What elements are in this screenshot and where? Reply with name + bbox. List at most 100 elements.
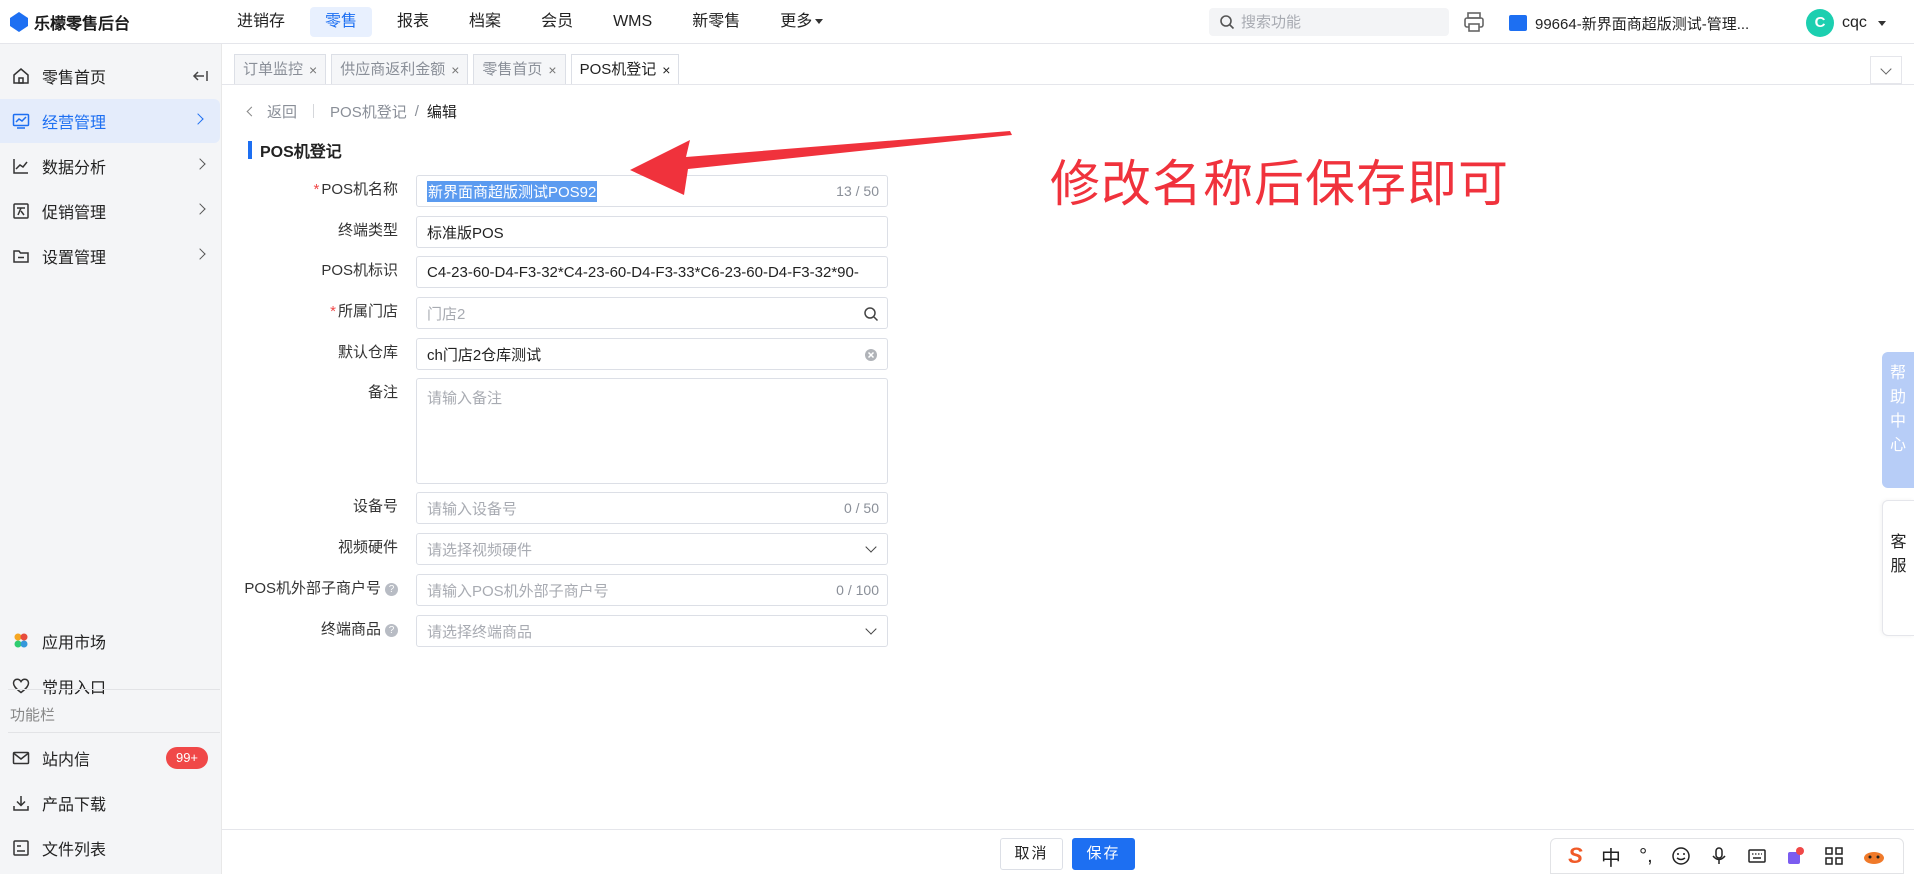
sub-merchant-input[interactable]: 请输入POS机外部子商户号 0 / 100 [416, 574, 888, 606]
back-link[interactable]: 返回 [267, 101, 297, 122]
terminal-goods-placeholder: 请选择终端商品 [427, 623, 533, 641]
video-hw-placeholder: 请选择视频硬件 [427, 541, 533, 559]
search-icon[interactable] [863, 306, 879, 322]
pos-name-value: 新界面商超版测试POS92 [427, 180, 598, 202]
chevron-right-icon [194, 203, 206, 215]
org-switcher[interactable]: 99664-新界面商超版测试-管理... [1509, 12, 1749, 34]
tab-overflow-button[interactable] [1870, 56, 1902, 84]
tab-pos-register[interactable]: POS机登记 × [570, 54, 680, 84]
top-nav-item-more[interactable]: 更多 [765, 7, 838, 37]
form-label: POS机外部子商户号? [230, 574, 408, 604]
video-hardware-select[interactable]: 请选择视频硬件 [416, 533, 888, 565]
label-text: POS机外部子商户号 [244, 580, 381, 597]
top-nav: 进销存 零售 报表 档案 会员 WMS 新零售 更多 [222, 7, 848, 37]
sidebar-item-label: 文件列表 [42, 842, 107, 859]
cancel-button[interactable]: 取消 [1000, 838, 1063, 870]
grid-menu-icon[interactable] [1824, 846, 1844, 866]
tab-retail-home[interactable]: 零售首页 × [473, 54, 566, 84]
warehouse-value: ch门店2仓库测试 [427, 346, 542, 364]
form-label: 终端类型 [337, 222, 398, 239]
sidebar-item-file-list[interactable]: 文件列表 [0, 826, 222, 870]
store-select[interactable]: 门店2 [416, 297, 888, 329]
pos-id-field[interactable]: C4-23-60-D4-F3-32*C4-23-60-D4-F3-33*C6-2… [416, 256, 888, 288]
top-nav-item-new-retail[interactable]: 新零售 [677, 7, 755, 37]
device-no-placeholder: 请输入设备号 [427, 500, 518, 518]
close-icon[interactable]: × [548, 56, 556, 84]
skin-icon[interactable] [1785, 846, 1805, 866]
brand-logo[interactable]: 乐檬零售后台 [10, 10, 130, 34]
remark-placeholder: 请输入备注 [427, 390, 503, 407]
customer-service-button[interactable]: 客 服 [1882, 500, 1914, 636]
sidebar-item-settings[interactable]: 设置管理 [0, 234, 222, 278]
terminal-goods-select[interactable]: 请选择终端商品 [416, 615, 888, 647]
folder-icon [13, 250, 29, 263]
form-row-warehouse: 默认仓库 ch门店2仓库测试 [230, 338, 890, 370]
form-row-terminal-goods: 终端商品? 请选择终端商品 [230, 615, 890, 647]
chevron-right-icon [192, 113, 204, 125]
top-nav-item-member[interactable]: 会员 [526, 7, 588, 37]
mascot-icon[interactable] [1862, 846, 1886, 866]
help-icon[interactable]: ? [385, 582, 398, 596]
tab-label: 零售首页 [482, 60, 543, 78]
form-label: 视频硬件 [337, 539, 398, 556]
sidebar-item-retail-home[interactable]: 零售首页 [0, 54, 222, 98]
close-icon[interactable]: × [309, 56, 317, 84]
help-icon[interactable]: ? [385, 623, 398, 637]
tab-supplier-rebate[interactable]: 供应商返利金额 × [331, 54, 469, 84]
sidebar-item-inbox[interactable]: 站内信 99+ [0, 736, 222, 780]
file-list-icon [13, 840, 29, 856]
promotion-icon [13, 203, 29, 219]
ime-logo-icon[interactable]: S [1568, 843, 1583, 869]
label-text: 终端商品 [320, 621, 381, 638]
clear-icon[interactable] [863, 347, 879, 363]
keyboard-icon[interactable] [1747, 846, 1767, 866]
microphone-icon[interactable] [1709, 846, 1729, 866]
search-input[interactable] [1241, 13, 1431, 31]
chevron-down-icon [865, 623, 877, 635]
top-nav-item-wms[interactable]: WMS [598, 7, 667, 37]
top-nav-item-retail[interactable]: 零售 [310, 7, 373, 37]
chevron-left-icon [246, 106, 257, 116]
breadcrumb-parent[interactable]: POS机登记 [330, 101, 407, 122]
terminal-type-field[interactable]: 标准版POS [416, 216, 888, 248]
ime-lang-toggle[interactable]: 中 [1601, 842, 1621, 871]
app-market-icon [14, 633, 28, 648]
help-center-button[interactable]: 帮 助 中 心 [1882, 352, 1914, 488]
form-label: 终端商品? [230, 615, 408, 645]
sidebar-item-data-analysis[interactable]: 数据分析 [0, 144, 222, 188]
form-label: POS机标识 [321, 262, 398, 279]
help-char: 助 [1889, 389, 1906, 406]
sidebar-item-favorites[interactable]: 常用入口 [0, 664, 222, 708]
service-char: 服 [1890, 558, 1907, 575]
divider [8, 732, 220, 733]
printer-icon[interactable] [1462, 10, 1486, 34]
sidebar-item-label: 促销管理 [42, 205, 107, 222]
emoji-icon[interactable] [1671, 846, 1691, 866]
annotation-text: 修改名称后保存即可 [1050, 155, 1509, 213]
tab-order-monitor[interactable]: 订单监控 × [234, 54, 327, 84]
warehouse-select[interactable]: ch门店2仓库测试 [416, 338, 888, 370]
sidebar-item-promotion[interactable]: 促销管理 [0, 189, 222, 233]
top-nav-item-reports[interactable]: 报表 [382, 7, 444, 37]
top-bar: 乐檬零售后台 进销存 零售 报表 档案 会员 WMS 新零售 更多 99664-… [0, 0, 1914, 44]
sidebar-item-app-market[interactable]: 应用市场 [0, 619, 222, 663]
tab-label: POS机登记 [579, 60, 657, 78]
form-row-pos-id: POS机标识 C4-23-60-D4-F3-32*C4-23-60-D4-F3-… [230, 256, 890, 288]
device-no-input[interactable]: 请输入设备号 0 / 50 [416, 492, 888, 524]
sidebar-item-downloads[interactable]: 产品下载 [0, 781, 222, 825]
form-row-remark: 备注 请输入备注 [230, 378, 890, 484]
remark-textarea[interactable]: 请输入备注 [416, 378, 888, 484]
form-row-sub-merchant: POS机外部子商户号? 请输入POS机外部子商户号 0 / 100 [230, 574, 890, 606]
ime-punct-toggle[interactable]: °, [1639, 845, 1653, 868]
chevron-down-icon [1880, 63, 1892, 75]
collapse-sidebar-icon[interactable] [192, 70, 208, 82]
top-nav-item-inventory[interactable]: 进销存 [222, 7, 300, 37]
chevron-down-icon [865, 541, 877, 553]
sidebar-item-business-mgmt[interactable]: 经营管理 [0, 99, 220, 143]
user-menu[interactable]: C cqc [1806, 9, 1886, 37]
search-box[interactable] [1209, 8, 1449, 36]
close-icon[interactable]: × [451, 56, 459, 84]
close-icon[interactable]: × [662, 56, 670, 84]
save-button[interactable]: 保存 [1072, 838, 1135, 870]
top-nav-item-archive[interactable]: 档案 [454, 7, 516, 37]
